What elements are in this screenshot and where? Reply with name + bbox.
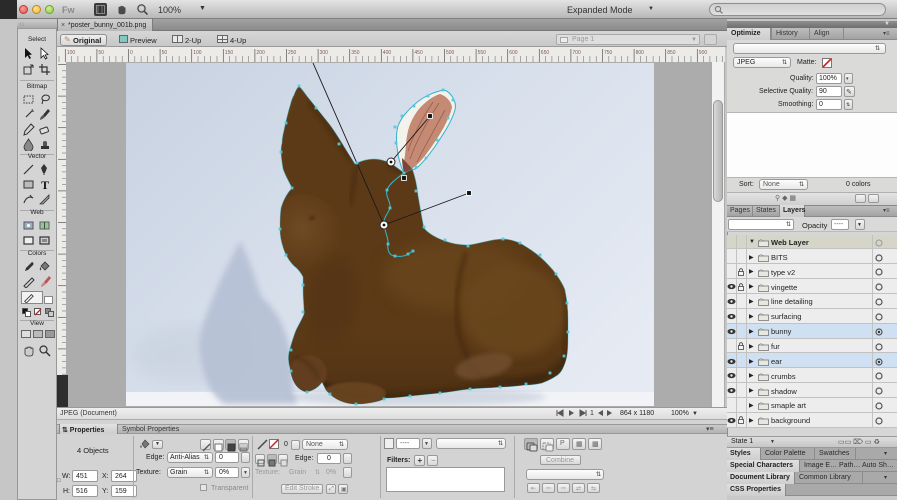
svg-text:100: 100 — [67, 50, 76, 56]
svg-text:200: 200 — [256, 50, 265, 56]
svg-text:50: 50 — [98, 50, 104, 56]
svg-text:850: 850 — [667, 50, 676, 56]
svg-text:100: 100 — [193, 50, 202, 56]
svg-text:300: 300 — [320, 50, 329, 56]
svg-text:50: 50 — [162, 50, 168, 56]
svg-text:350: 350 — [351, 50, 360, 56]
svg-text:900: 900 — [699, 50, 708, 56]
svg-text:750: 750 — [604, 50, 613, 56]
svg-text:650: 650 — [541, 50, 550, 56]
svg-text:150: 150 — [225, 50, 234, 56]
svg-text:450: 450 — [414, 50, 423, 56]
svg-text:T: T — [41, 178, 49, 191]
svg-text:400: 400 — [383, 50, 392, 56]
svg-text:0: 0 — [130, 50, 133, 56]
svg-text:500: 500 — [446, 50, 455, 56]
svg-text:700: 700 — [572, 50, 581, 56]
svg-text:250: 250 — [288, 50, 297, 56]
svg-text:800: 800 — [636, 50, 645, 56]
svg-text:550: 550 — [478, 50, 487, 56]
svg-text:600: 600 — [509, 50, 518, 56]
